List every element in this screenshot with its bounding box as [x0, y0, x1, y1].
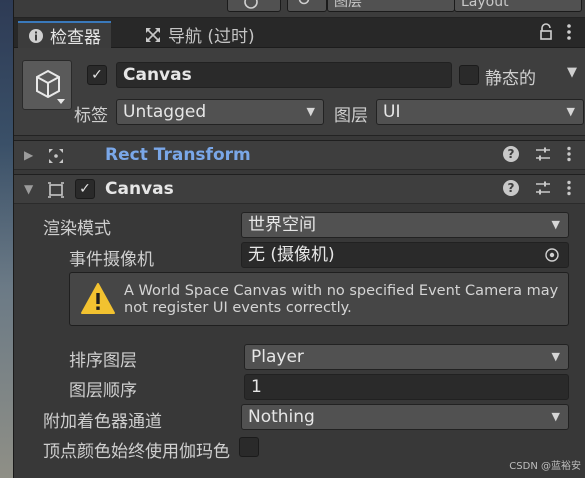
tag-dropdown[interactable]: Untagged ▼: [116, 99, 324, 125]
active-checkbox[interactable]: ✓: [87, 65, 107, 85]
sorting-layer-dropdown[interactable]: Player ▼: [244, 344, 569, 370]
cube-icon: [36, 69, 65, 104]
layer-value: UI: [383, 102, 401, 122]
vertex-color-gamma-label: 顶点颜色始终使用伽玛色: [43, 442, 230, 462]
tab-navigation-label: 导航 (过时): [168, 27, 255, 47]
render-mode-label: 渲染模式: [43, 219, 111, 239]
event-camera-field[interactable]: 无 (摄像机): [241, 242, 569, 268]
help-icon[interactable]: ?: [503, 146, 519, 162]
gameobject-icon-selector[interactable]: [22, 60, 72, 110]
foldout-collapsed-icon[interactable]: ▶: [24, 148, 33, 162]
object-header: ✓ Canvas 静态的 ▼ 标签 Untagged ▼ 图层 UI ▼: [14, 48, 585, 136]
chevron-down-icon: ▼: [306, 105, 315, 118]
foldout-expanded-icon[interactable]: ▼: [24, 182, 33, 196]
render-mode-value: 世界空间: [248, 215, 316, 235]
presets-icon[interactable]: [535, 180, 551, 196]
order-in-layer-value: 1: [251, 377, 262, 397]
canvas-icon: [48, 182, 64, 198]
tag-value: Untagged: [123, 102, 207, 122]
chevron-down-icon: ▼: [566, 105, 575, 118]
layout-dropdown-label: Layout: [461, 0, 509, 10]
search-button[interactable]: [287, 0, 327, 12]
additional-shader-channels-dropdown[interactable]: Nothing ▼: [241, 404, 569, 430]
help-icon[interactable]: ?: [503, 180, 519, 196]
sorting-layer-label: 排序图层: [69, 351, 137, 371]
rect-transform-icon: [49, 149, 63, 163]
watermark: CSDN @蓝裕安: [509, 461, 581, 472]
tab-inspector-label: 检查器: [50, 28, 101, 48]
layer-dropdown[interactable]: UI ▼: [376, 99, 584, 125]
more-options-icon[interactable]: [567, 23, 571, 41]
order-in-layer-field[interactable]: 1: [244, 374, 569, 400]
presets-icon[interactable]: [535, 146, 551, 162]
static-dropdown-arrow[interactable]: ▼: [567, 65, 577, 80]
history-icon: [244, 0, 258, 9]
vertex-color-gamma-checkbox[interactable]: [239, 437, 259, 457]
additional-shader-channels-value: Nothing: [248, 407, 315, 427]
top-toolbar: 图层 Layout: [14, 0, 585, 18]
lock-icon[interactable]: [539, 23, 553, 41]
static-checkbox[interactable]: [459, 65, 479, 85]
tab-navigation[interactable]: 导航 (过时): [134, 21, 265, 48]
static-label: 静态的: [485, 69, 536, 89]
search-icon: [298, 0, 310, 5]
navigation-icon: [146, 27, 160, 42]
warning-help-box: A World Space Canvas with no specified E…: [69, 272, 569, 326]
chevron-down-icon: ▼: [551, 218, 560, 231]
object-name-field[interactable]: Canvas: [116, 62, 452, 88]
render-mode-dropdown[interactable]: 世界空间 ▼: [241, 212, 569, 238]
warning-icon: [81, 283, 115, 314]
canvas-title: Canvas: [105, 179, 174, 199]
order-in-layer-label: 图层顺序: [69, 381, 137, 401]
canvas-enabled-checkbox[interactable]: ✓: [75, 179, 95, 199]
layers-dropdown[interactable]: 图层: [327, 0, 455, 12]
tab-inspector[interactable]: 检查器: [18, 21, 111, 48]
tab-bar: 检查器 导航 (过时): [14, 18, 585, 48]
rect-transform-title: Rect Transform: [105, 145, 251, 165]
more-options-icon[interactable]: [567, 180, 571, 196]
warning-text: A World Space Canvas with no specified E…: [124, 283, 559, 316]
sorting-layer-value: Player: [251, 347, 304, 367]
canvas-component-header[interactable]: ▼ ✓ Canvas ?: [14, 174, 585, 204]
tag-label: 标签: [74, 106, 108, 126]
chevron-down-icon: ▼: [551, 350, 560, 363]
layer-label: 图层: [334, 106, 368, 126]
object-name-value: Canvas: [123, 65, 192, 85]
history-button[interactable]: [227, 0, 281, 12]
layers-dropdown-label: 图层: [334, 0, 362, 10]
event-camera-label: 事件摄像机: [69, 250, 154, 270]
info-icon: [29, 28, 43, 43]
layout-dropdown[interactable]: Layout: [454, 0, 582, 12]
additional-shader-channels-label: 附加着色器通道: [43, 412, 162, 432]
more-options-icon[interactable]: [567, 146, 571, 162]
object-picker-icon[interactable]: [544, 247, 560, 263]
chevron-down-icon: ▼: [551, 410, 560, 423]
rect-transform-header[interactable]: ▶ Rect Transform ?: [14, 140, 585, 170]
scene-view-edge: [0, 0, 14, 478]
event-camera-value: 无 (摄像机): [248, 245, 335, 265]
